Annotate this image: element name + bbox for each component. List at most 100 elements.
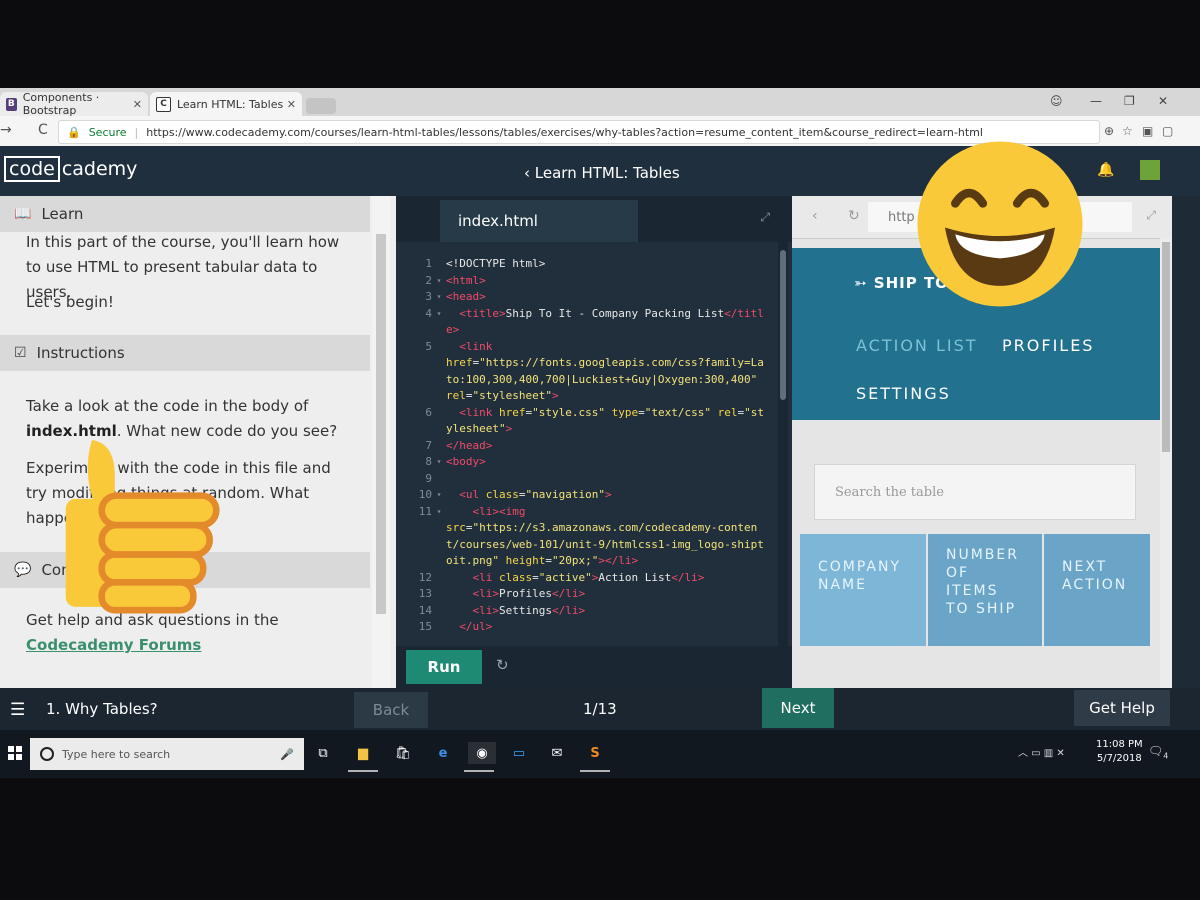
sublime-text-icon[interactable]: S: [584, 742, 606, 764]
code-line: 8 ▾ <body>: [425, 455, 486, 468]
code-line: 15 </ul>: [418, 620, 493, 633]
preview-scrollbar[interactable]: [1160, 238, 1172, 688]
logo-box: code: [4, 156, 60, 182]
system-tray-icons[interactable]: ︿ ▭ ▥ ✕: [1018, 744, 1065, 759]
codecademy-favicon-icon: C: [156, 96, 171, 112]
code-line: 3 ▾ <head>: [425, 290, 486, 303]
table-header-company: COMPANY NAME: [800, 534, 926, 646]
nav-settings[interactable]: SETTINGS: [856, 384, 951, 403]
separator: |: [134, 125, 139, 139]
notification-icon[interactable]: 🗨4: [1148, 744, 1168, 760]
instructions-heading-text: Instructions: [36, 344, 125, 362]
thumbs-up-emoji-icon: [65, 440, 220, 614]
codecademy-logo[interactable]: code cademy: [4, 156, 137, 182]
instruction-post: . What new code do you see?: [116, 422, 338, 440]
instruction-file: index.html: [26, 422, 117, 440]
learn-scrollbar[interactable]: [372, 196, 390, 688]
code-line: 5 <link href="https://fonts.googleapis.c…: [425, 339, 764, 403]
code-editor: index.html ⤢ 1 <!DOCTYPE html> 2 ▾ <html> 3…: [396, 196, 792, 688]
expand-icon[interactable]: ⤢: [1146, 208, 1156, 223]
reload-icon[interactable]: C: [38, 122, 48, 138]
clock-time: 11:08 PM: [1096, 739, 1143, 750]
chevron-left-icon: ‹: [524, 164, 535, 182]
nav-profiles[interactable]: PROFILES: [1002, 336, 1094, 355]
forward-icon[interactable]: →: [0, 122, 12, 138]
cortana-icon: [40, 747, 54, 761]
secure-label: Secure: [88, 125, 127, 139]
running-indicator: [580, 770, 610, 772]
forums-link[interactable]: Codecademy Forums: [26, 636, 201, 654]
instructions-heading: ☑ Instructions: [0, 335, 370, 371]
clock[interactable]: 11:08 PM 5/7/2018: [1096, 738, 1143, 766]
mail-icon[interactable]: ✉: [546, 742, 568, 764]
windows-taskbar: Type here to search 🎤 ⧉ ▆ 🛍 e ◉ ▭ ✉ S ︿ …: [0, 730, 1200, 778]
scroll-thumb[interactable]: [1162, 242, 1170, 452]
bootstrap-favicon-icon: B: [6, 97, 17, 111]
code-line: 2 ▾ <html>: [425, 273, 486, 287]
file-tab-index-html[interactable]: index.html: [440, 200, 638, 242]
taskbar-search-input[interactable]: Type here to search 🎤: [30, 738, 304, 770]
lesson-bar: ☰ 1. Why Tables? Back 1/13 Next Get Help: [0, 688, 1200, 730]
code-line: 13 <li>Profiles</li>: [418, 587, 586, 600]
scroll-thumb[interactable]: [376, 234, 386, 614]
extension-icon[interactable]: ▣: [1142, 124, 1153, 138]
running-indicator: [348, 770, 378, 772]
zoom-icon[interactable]: ⊕: [1104, 124, 1114, 138]
code-line: 6 <link href="style.css" type="text/css"…: [425, 405, 764, 436]
book-icon: 📖: [14, 206, 32, 222]
code-line: 4 ▾ <title>Ship To It - Company Packing L…: [425, 306, 764, 337]
scroll-thumb[interactable]: [780, 250, 786, 400]
minimize-icon[interactable]: —: [1090, 94, 1102, 108]
close-tab-icon[interactable]: ✕: [287, 98, 296, 111]
windows-start-icon[interactable]: [8, 746, 22, 760]
run-button[interactable]: Run: [406, 650, 482, 684]
code-line: 12 <li class="active">Action List</li>: [418, 570, 705, 584]
nav-action-list[interactable]: ACTION LIST: [856, 336, 978, 355]
next-button[interactable]: Next: [762, 688, 834, 728]
code-line: 10 ▾ <ul class="navigation">: [418, 488, 612, 501]
tab-codecademy[interactable]: C Learn HTML: Tables | Cod ✕: [150, 92, 302, 116]
tab-title: Components · Bootstrap: [22, 91, 100, 117]
running-indicator: [464, 770, 494, 772]
chat-icon: 💬: [14, 562, 32, 578]
chrome-icon[interactable]: ◉: [468, 742, 496, 764]
course-title[interactable]: ‹ Learn HTML: Tables: [524, 164, 680, 182]
editor-scrollbar[interactable]: [778, 242, 788, 646]
profile-icon[interactable]: ☺: [1050, 94, 1063, 108]
code-area[interactable]: 1 <!DOCTYPE html> 2 ▾ <html> 3 ▾ <head> 4 ▾ <t…: [402, 256, 780, 646]
close-tab-icon[interactable]: ✕: [133, 98, 142, 111]
tab-bootstrap[interactable]: B Components · Bootstrap ✕: [0, 91, 148, 117]
bookmark-star-icon[interactable]: ☆: [1122, 124, 1133, 138]
bell-icon[interactable]: 🔔: [1097, 162, 1114, 178]
get-help-button[interactable]: Get Help: [1074, 690, 1170, 726]
microphone-icon[interactable]: 🎤: [280, 748, 294, 761]
back-button[interactable]: Back: [354, 692, 428, 728]
store-icon[interactable]: 🛍: [392, 742, 414, 764]
table-search-input[interactable]: Search the table: [814, 464, 1136, 520]
instruction-text: Take a look at the code in the body of i…: [26, 394, 346, 444]
learn-heading: 📖 Learn: [0, 196, 370, 232]
learn-heading-text: Learn: [41, 205, 84, 223]
close-window-icon[interactable]: ✕: [1158, 94, 1168, 108]
extension-icon[interactable]: ▢: [1162, 124, 1173, 138]
maximize-icon[interactable]: ❐: [1124, 94, 1135, 108]
reload-icon[interactable]: ↻: [848, 208, 860, 224]
app-icon[interactable]: ▭: [508, 742, 530, 764]
lesson-title[interactable]: 1. Why Tables?: [46, 700, 158, 718]
file-explorer-icon[interactable]: ▆: [352, 742, 374, 764]
refresh-icon[interactable]: ↻: [496, 656, 509, 674]
menu-icon[interactable]: ☰: [10, 700, 25, 720]
table-header-next-action: NEXT ACTION: [1044, 534, 1150, 646]
grinning-emoji-icon: [917, 141, 1083, 307]
new-tab-button[interactable]: [306, 98, 336, 114]
expand-icon[interactable]: ⤢: [760, 210, 770, 225]
avatar[interactable]: [1140, 160, 1160, 180]
notification-count: 4: [1163, 751, 1169, 761]
editor-tabs: index.html ⤢: [396, 196, 792, 242]
browser-tab-bar: B Components · Bootstrap ✕ C Learn HTML:…: [0, 88, 1200, 117]
instruction-pre: Take a look at the code in the body of: [26, 397, 309, 415]
run-bar: Run ↻: [396, 646, 792, 688]
task-view-icon[interactable]: ⧉: [312, 742, 334, 764]
back-icon[interactable]: ‹: [812, 208, 818, 224]
edge-icon[interactable]: e: [432, 742, 454, 764]
